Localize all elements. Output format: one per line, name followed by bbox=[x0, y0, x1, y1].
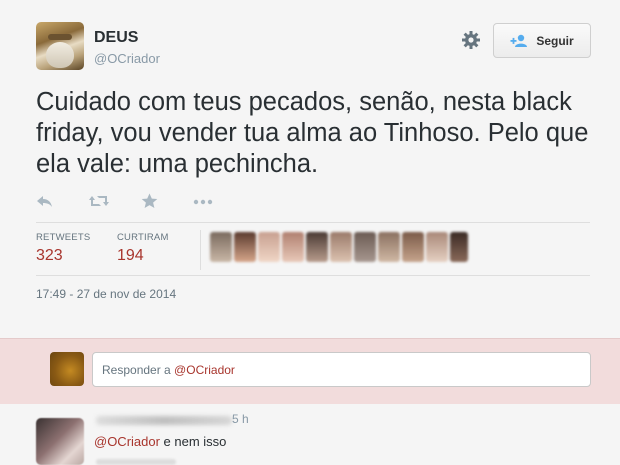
reply-author-avatar[interactable] bbox=[36, 418, 84, 465]
stats-divider-top bbox=[36, 222, 590, 223]
favoriter-avatar[interactable] bbox=[402, 232, 424, 262]
favoriter-avatar[interactable] bbox=[210, 232, 232, 262]
favoriters-avatars[interactable] bbox=[210, 232, 470, 262]
favoriter-avatar[interactable] bbox=[330, 232, 352, 262]
favorite-icon[interactable] bbox=[141, 193, 158, 209]
favoriter-avatar[interactable] bbox=[282, 232, 304, 262]
favoriter-avatar[interactable] bbox=[426, 232, 448, 262]
follow-user-icon bbox=[510, 34, 528, 47]
favorites-label[interactable]: CURTIRAM bbox=[117, 232, 169, 243]
favoriter-avatar[interactable] bbox=[258, 232, 280, 262]
favoriter-avatar[interactable] bbox=[354, 232, 376, 262]
reply-mention[interactable]: @OCriador bbox=[94, 434, 160, 449]
current-user-avatar bbox=[50, 352, 84, 386]
reply-actions bbox=[96, 459, 176, 465]
favoriter-avatar[interactable] bbox=[378, 232, 400, 262]
reply-time[interactable]: 5 h bbox=[232, 412, 249, 426]
retweets-label[interactable]: RETWEETS bbox=[36, 232, 90, 243]
retweet-icon[interactable] bbox=[88, 193, 110, 209]
favoriter-avatar[interactable] bbox=[306, 232, 328, 262]
author-name[interactable]: DEUS bbox=[94, 29, 138, 47]
tweet-text: Cuidado com teus pecados, senão, nesta b… bbox=[36, 88, 589, 178]
stats-vertical-divider bbox=[200, 230, 201, 270]
favoriter-avatar[interactable] bbox=[234, 232, 256, 262]
more-icon[interactable] bbox=[193, 193, 213, 209]
gear-icon[interactable] bbox=[461, 30, 481, 50]
favoriter-avatar[interactable] bbox=[450, 232, 468, 262]
reply-text: @OCriador e nem isso bbox=[94, 434, 226, 449]
tweet-card: DEUS @OCriador Seguir Cuidado com teus p… bbox=[0, 0, 620, 338]
reply-author-name-redacted bbox=[96, 416, 232, 425]
retweets-count[interactable]: 323 bbox=[36, 247, 63, 265]
reply-icon[interactable] bbox=[36, 193, 54, 209]
reply-placeholder-prefix: Responder a bbox=[102, 362, 175, 377]
follow-button[interactable]: Seguir bbox=[493, 23, 591, 58]
reply-input[interactable]: Responder a @OCriador bbox=[92, 352, 591, 387]
tweet-timestamp[interactable]: 17:49 - 27 de nov de 2014 bbox=[36, 287, 176, 301]
stats-divider-bottom bbox=[36, 275, 590, 276]
reply-body: e nem isso bbox=[159, 434, 227, 449]
follow-label: Seguir bbox=[536, 33, 574, 48]
reply-tweet bbox=[0, 404, 620, 465]
favorites-count[interactable]: 194 bbox=[117, 247, 144, 265]
author-handle[interactable]: @OCriador bbox=[94, 51, 160, 66]
reply-placeholder-mention: @OCriador bbox=[174, 362, 235, 377]
author-avatar[interactable] bbox=[36, 22, 84, 70]
